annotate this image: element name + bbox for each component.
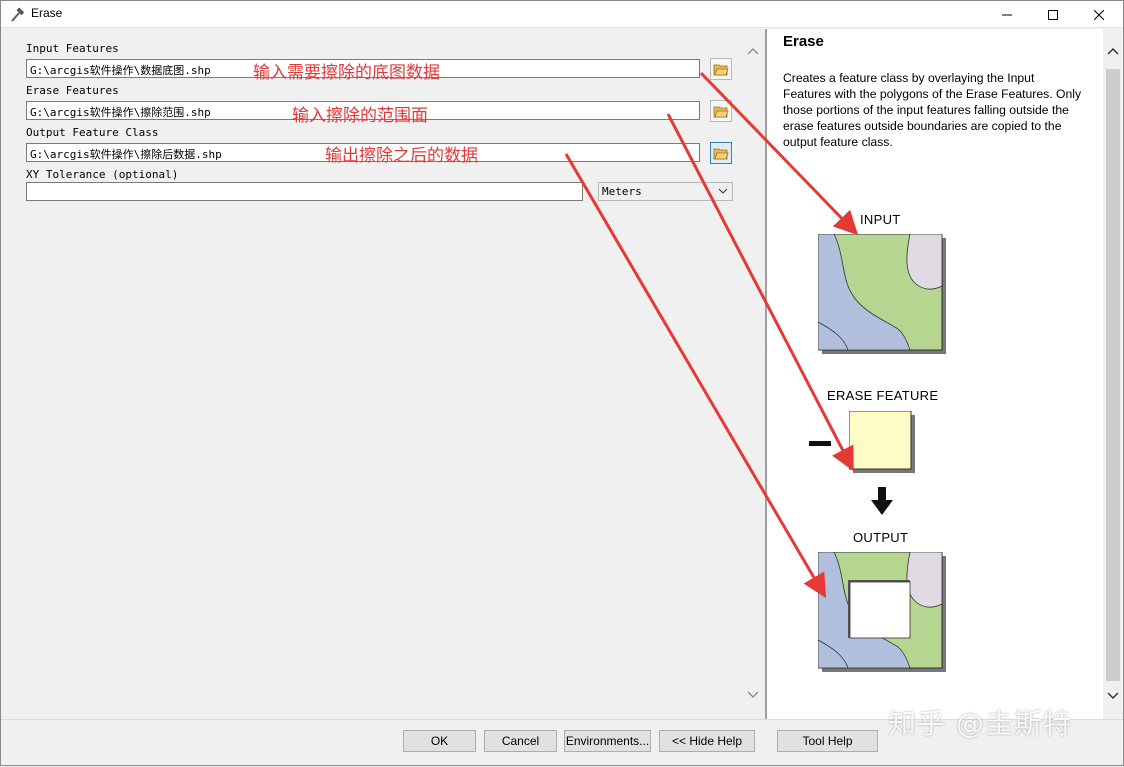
- minus-icon: [809, 441, 831, 446]
- help-title: Erase: [783, 33, 824, 50]
- minimize-button[interactable]: [984, 1, 1030, 28]
- hammer-icon: [11, 7, 25, 22]
- arrow-down-icon: [871, 487, 893, 515]
- environments-button[interactable]: Environments...: [564, 730, 651, 752]
- output-feature-class-label: Output Feature Class: [26, 126, 159, 139]
- watermark: 知乎 @圭斯特: [888, 707, 1072, 740]
- cancel-button[interactable]: Cancel: [484, 730, 557, 752]
- output-figure: [818, 552, 946, 672]
- scroll-down-icon: [747, 691, 759, 698]
- annotation-input: 输入需要擦除的底图数据: [253, 63, 440, 83]
- erase-feature-figure: [849, 411, 915, 473]
- figure-input-label: INPUT: [860, 212, 901, 227]
- xy-tolerance-field[interactable]: [26, 182, 583, 201]
- help-scrollbar[interactable]: [1103, 29, 1123, 719]
- maximize-icon: [1048, 9, 1058, 20]
- help-description: Creates a feature class by overlaying th…: [783, 71, 1082, 149]
- open-folder-icon: [713, 64, 729, 76]
- parameters-pane: Input Features G:\arcgis软件操作\数据底图.shp Er…: [7, 29, 762, 719]
- unit-value: Meters: [602, 185, 642, 198]
- input-browse-button[interactable]: [710, 58, 732, 80]
- close-icon: [1094, 9, 1104, 20]
- minimize-icon: [1002, 14, 1012, 15]
- close-button[interactable]: [1076, 1, 1122, 28]
- input-figure: [818, 234, 946, 354]
- erase-browse-button[interactable]: [710, 100, 732, 122]
- xy-tolerance-label: XY Tolerance (optional): [26, 168, 179, 181]
- output-browse-button[interactable]: [710, 142, 732, 164]
- figure-erase-label: ERASE FEATURE: [827, 388, 939, 403]
- figure-output-label: OUTPUT: [853, 530, 909, 545]
- open-folder-icon: [713, 106, 729, 118]
- maximize-button[interactable]: [1030, 1, 1076, 28]
- chevron-down-icon: [718, 188, 728, 194]
- input-features-label: Input Features: [26, 42, 119, 55]
- erase-features-label: Erase Features: [26, 84, 119, 97]
- scroll-down-icon: [1107, 692, 1119, 700]
- ok-button[interactable]: OK: [403, 730, 476, 752]
- hide-help-button[interactable]: << Hide Help: [659, 730, 755, 752]
- scroll-up-icon: [1107, 47, 1119, 55]
- erase-dialog: Erase Input Features G:\arcgis软件操作\数据底图.…: [0, 0, 1124, 766]
- annotation-erase: 输入擦除的范围面: [292, 106, 428, 126]
- open-folder-icon: [713, 148, 729, 160]
- scroll-up-icon: [747, 48, 759, 55]
- parameters-scrollbar[interactable]: [744, 39, 764, 719]
- xy-tolerance-unit-select[interactable]: Meters: [598, 182, 733, 201]
- tool-help-button[interactable]: Tool Help: [777, 730, 878, 752]
- title-bar: Erase: [1, 1, 1123, 28]
- help-pane: Erase Creates a feature class by overlay…: [767, 29, 1103, 719]
- help-scroll-thumb[interactable]: [1106, 69, 1120, 681]
- annotation-output: 输出擦除之后的数据: [325, 146, 478, 166]
- window-title: Erase: [31, 6, 63, 20]
